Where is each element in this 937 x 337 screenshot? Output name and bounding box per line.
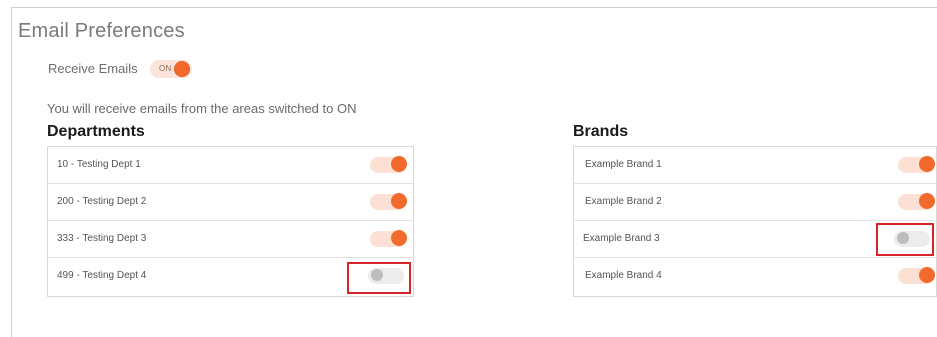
department-toggle[interactable] xyxy=(370,230,407,247)
brand-row: Example Brand 4 xyxy=(574,258,936,295)
department-toggle[interactable] xyxy=(370,193,407,210)
toggle-knob xyxy=(174,61,190,77)
department-row: 333 - Testing Dept 3 xyxy=(48,221,413,258)
department-label: 200 - Testing Dept 2 xyxy=(57,196,147,207)
highlight-box xyxy=(347,262,411,294)
brand-row: Example Brand 1 xyxy=(574,147,936,184)
department-label: 10 - Testing Dept 1 xyxy=(57,159,141,170)
page-title: Email Preferences xyxy=(18,20,185,42)
department-row: 200 - Testing Dept 2 xyxy=(48,184,413,221)
toggle-on-text: ON xyxy=(159,64,172,73)
brand-label: Example Brand 3 xyxy=(583,233,660,244)
receive-emails-label: Receive Emails xyxy=(48,61,138,76)
departments-heading: Departments xyxy=(47,123,145,140)
brand-toggle[interactable] xyxy=(898,156,935,173)
toggle-knob xyxy=(919,267,935,283)
brand-label: Example Brand 4 xyxy=(585,270,662,281)
brand-label: Example Brand 2 xyxy=(585,196,662,207)
brand-toggle[interactable] xyxy=(898,193,935,210)
department-label: 333 - Testing Dept 3 xyxy=(57,233,147,244)
brands-heading: Brands xyxy=(573,123,629,140)
toggle-knob xyxy=(391,193,407,209)
receive-emails-toggle[interactable]: ON xyxy=(150,60,192,78)
department-label: 499 - Testing Dept 4 xyxy=(57,270,147,281)
brand-row: Example Brand 2 xyxy=(574,184,936,221)
toggle-knob xyxy=(391,156,407,172)
department-toggle[interactable] xyxy=(370,156,407,173)
toggle-knob xyxy=(919,156,935,172)
brands-list: Example Brand 1 Example Brand 2 Example … xyxy=(573,146,937,297)
toggle-knob xyxy=(919,193,935,209)
department-row: 10 - Testing Dept 1 xyxy=(48,147,413,184)
brand-toggle[interactable] xyxy=(898,267,935,284)
toggle-knob xyxy=(391,230,407,246)
highlight-box xyxy=(876,223,934,256)
info-text: You will receive emails from the areas s… xyxy=(47,101,357,116)
brand-label: Example Brand 1 xyxy=(585,159,662,170)
